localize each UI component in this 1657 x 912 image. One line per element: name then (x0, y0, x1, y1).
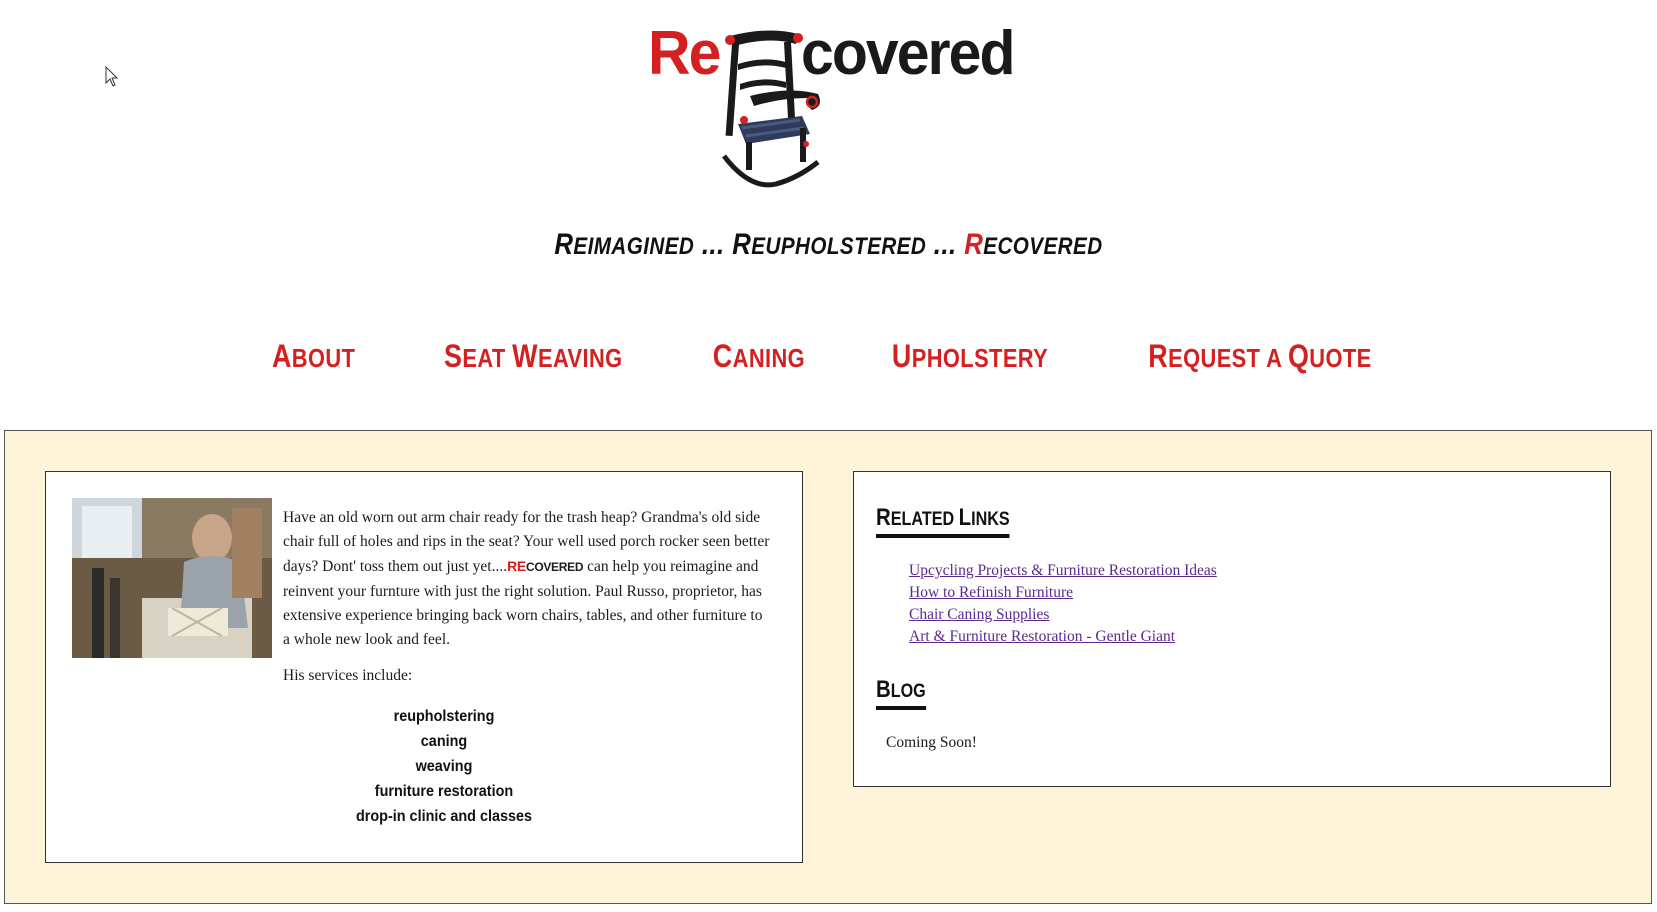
brand-covered: COVERED (525, 560, 584, 575)
nav-letter: W (512, 338, 538, 374)
tagline-separator: ... (926, 228, 965, 261)
service-item: drop-in clinic and classes (355, 808, 533, 825)
nav-letter: S (443, 338, 463, 374)
nav-label: EAVING (537, 343, 623, 373)
tagline-word-reupholstered: EUPHOLSTERED (751, 233, 927, 260)
heading-label: LOG (890, 681, 926, 702)
main-nav: ABOUT SEAT WEAVING CANING UPHOLSTERY REQ… (0, 338, 1657, 375)
services-label: His services include: (283, 667, 413, 684)
blog-coming-soon: Coming Soon! (886, 734, 977, 751)
link-chair-caning-supplies[interactable]: Chair Caning Supplies (909, 606, 1049, 623)
nav-letter: R (1148, 338, 1169, 374)
sidebar-box: RELATED LINKS Upcycling Projects & Furni… (853, 471, 1611, 787)
heading-letter: R (876, 504, 891, 531)
craftsman-photo (72, 498, 272, 658)
brand-inline: RECOVERED (507, 558, 584, 575)
nav-label: EQUEST A (1168, 343, 1289, 373)
nav-seat-weaving[interactable]: SEAT WEAVING (444, 338, 623, 375)
logo-text-re: Re (648, 19, 721, 88)
nav-label: ANING (732, 343, 805, 373)
nav-letter: C (712, 338, 733, 374)
tagline-separator: ... (694, 228, 733, 261)
tagline-word-recovered: ECOVERED (983, 233, 1103, 260)
logo-text-covered: covered (801, 19, 1016, 88)
nav-label: UOTE (1309, 343, 1373, 373)
nav-label: BOUT (291, 343, 355, 373)
list-item: Upcycling Projects & Furniture Restorati… (909, 560, 1217, 582)
mouse-cursor-icon (105, 66, 119, 87)
link-gentle-giant[interactable]: Art & Furniture Restoration - Gentle Gia… (909, 628, 1175, 645)
link-upcycling-projects[interactable]: Upcycling Projects & Furniture Restorati… (909, 562, 1217, 579)
nav-label: EAT (462, 343, 513, 373)
list-item: Chair Caning Supplies (909, 604, 1217, 626)
blog-heading: BLOG (876, 676, 926, 710)
service-item: weaving (415, 758, 473, 775)
tagline-letter: R (732, 228, 752, 261)
nav-about[interactable]: ABOUT (272, 338, 355, 375)
nav-request-quote[interactable]: REQUEST A QUOTE (1149, 338, 1372, 375)
heading-label: INKS (971, 509, 1010, 530)
service-item: reupholstering (393, 708, 495, 725)
site-logo[interactable]: Re covered (648, 18, 1018, 190)
heading-label: ELATED (890, 509, 959, 530)
list-item: Art & Furniture Restoration - Gentle Gia… (909, 626, 1217, 648)
heading-letter: B (876, 676, 891, 703)
list-item: How to Refinish Furniture (909, 582, 1217, 604)
link-refinish-furniture[interactable]: How to Refinish Furniture (909, 584, 1073, 601)
heading-letter: L (958, 504, 972, 531)
service-item: furniture restoration (374, 783, 514, 800)
site-tagline: REIMAGINED ... REUPHOLSTERED ... RECOVER… (116, 228, 1541, 262)
tagline-letter: R (554, 228, 574, 261)
service-item: caning (420, 733, 468, 750)
content-panel: Have an old worn out arm chair ready for… (4, 430, 1652, 904)
nav-letter: A (271, 338, 292, 374)
related-links-heading: RELATED LINKS (876, 504, 1010, 538)
services-list: reupholstering caning weaving furniture … (283, 704, 605, 829)
nav-letter: U (892, 338, 913, 374)
nav-letter: Q (1288, 338, 1310, 374)
tagline-letter: R (964, 228, 984, 261)
brand-re: RE (507, 558, 526, 575)
tagline-word-reimagined: EIMAGINED (573, 233, 695, 260)
nav-upholstery[interactable]: UPHOLSTERY (892, 338, 1048, 375)
about-box: Have an old worn out arm chair ready for… (45, 471, 803, 863)
nav-caning[interactable]: CANING (712, 338, 804, 375)
about-intro: Have an old worn out arm chair ready for… (283, 506, 771, 652)
nav-label: PHOLSTERY (912, 343, 1049, 373)
related-links-list: Upcycling Projects & Furniture Restorati… (909, 560, 1217, 648)
